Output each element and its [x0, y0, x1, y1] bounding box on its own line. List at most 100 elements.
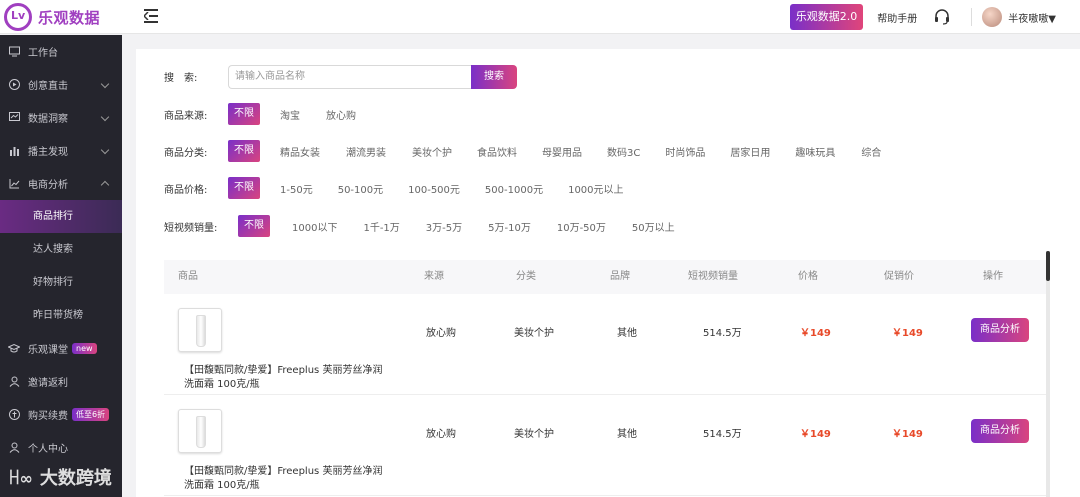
sidebar-subitem-yesterday-sales[interactable]: 昨日带货榜 [0, 299, 122, 332]
sidebar-item-creator-discovery[interactable]: 播主发现 [0, 134, 122, 167]
sidebar-item-profile[interactable]: 个人中心 [0, 431, 122, 464]
sidebar-item-workbench[interactable]: 工作台 [0, 35, 122, 68]
filter-option[interactable]: 数码3C [607, 144, 640, 159]
sidebar-item-label: 电商分析 [28, 180, 68, 191]
top-right-area: 乐观数据2.0 帮助手册 半夜嗷嗷▼ [789, 0, 1080, 34]
filter-option[interactable]: 5万-10万 [488, 219, 531, 234]
sidebar-item-renew[interactable]: 购买续费 低至6折 [0, 398, 122, 431]
search-input[interactable]: 请输入商品名称 [228, 65, 472, 89]
filter-option[interactable]: 不限 [238, 215, 270, 237]
sidebar-item-creative[interactable]: 创意直击 [0, 68, 122, 101]
source-filter: 商品来源: 不限 淘宝 放心购 [164, 103, 356, 125]
filter-option[interactable]: 淘宝 [280, 107, 300, 122]
sales-cell: 514.5万 [703, 328, 742, 339]
filter-option[interactable]: 精品女装 [280, 144, 320, 159]
sidebar-item-referral[interactable]: 邀请返利 [0, 365, 122, 398]
product-thumbnail[interactable] [178, 409, 222, 453]
filter-option[interactable]: 潮流男装 [346, 144, 386, 159]
filter-option[interactable]: 美妆个护 [412, 144, 452, 159]
product-name[interactable]: 【田馥甄同款/挚爱】Freeplus 芙丽芳丝净润洗面霜 100克/瓶 [184, 364, 384, 392]
chevron-down-icon [100, 112, 110, 122]
vertical-scrollbar[interactable] [1046, 251, 1050, 497]
filter-option[interactable]: 不限 [228, 103, 260, 125]
price-cell: ￥149 [800, 328, 831, 339]
chart-screen-icon [8, 112, 20, 124]
filter-option[interactable]: 1千-1万 [363, 219, 399, 234]
filter-option[interactable]: 50-100元 [338, 181, 383, 196]
filter-option[interactable]: 母婴用品 [542, 144, 582, 159]
column-header: 来源 [424, 271, 444, 282]
sidebar-subitem-product-ranking[interactable]: 商品排行 [0, 200, 122, 233]
price-filter: 商品价格: 不限 1-50元 50-100元 100-500元 500-1000… [164, 177, 624, 199]
search-button[interactable]: 搜索 [471, 65, 517, 89]
sidebar-item-label: 创意直击 [28, 81, 68, 92]
brand-logo[interactable]: Lv 乐观数据 [4, 3, 100, 31]
filter-option[interactable]: 趣味玩具 [795, 144, 835, 159]
logo-mark-icon: Lv [4, 3, 32, 31]
sidebar-item-ecommerce[interactable]: 电商分析 [0, 167, 122, 200]
chevron-up-icon [100, 180, 110, 190]
bar-chart-icon [8, 145, 20, 157]
filter-option[interactable]: 500-1000元 [485, 181, 543, 196]
sidebar-item-label: 购买续费 [28, 411, 68, 422]
filter-option[interactable]: 3万-5万 [426, 219, 462, 234]
filter-option[interactable]: 1-50元 [280, 181, 313, 196]
product-analysis-button[interactable]: 商品分析 [971, 318, 1029, 342]
coin-icon [8, 409, 20, 421]
watermark-text: 大数跨境 [39, 468, 112, 489]
watermark-logo: ꀿ∞ [8, 468, 33, 488]
category-cell: 美妆个护 [514, 328, 554, 339]
version-badge[interactable]: 乐观数据2.0 [789, 4, 864, 30]
logo-mark-text: Lv [11, 9, 26, 22]
filter-option[interactable]: 时尚饰品 [665, 144, 705, 159]
graduation-cap-icon [8, 343, 20, 355]
filter-option[interactable]: 1000元以上 [568, 181, 623, 196]
filter-option[interactable]: 不限 [228, 177, 260, 199]
sales-cell: 514.5万 [703, 429, 742, 440]
sidebar-item-label: 乐观课堂 [28, 345, 68, 356]
filter-label: 短视频销量: [164, 222, 218, 234]
sidebar-item-classroom[interactable]: 乐观课堂 new [0, 332, 122, 365]
table-row: 【田馥甄同款/挚爱】Freeplus 芙丽芳丝净润洗面霜 100克/瓶 放心购 … [164, 395, 1050, 496]
product-name[interactable]: 【田馥甄同款/挚爱】Freeplus 芙丽芳丝净润洗面霜 100克/瓶 [184, 465, 384, 493]
search-row: 搜 索: [164, 69, 197, 84]
headset-icon[interactable] [933, 8, 951, 26]
column-header: 价格 [798, 271, 818, 282]
column-header: 商品 [178, 271, 198, 282]
line-chart-icon [8, 178, 20, 190]
filter-option[interactable]: 不限 [228, 140, 260, 162]
sidebar-subitem-goods-ranking[interactable]: 好物排行 [0, 266, 122, 299]
filter-option[interactable]: 食品饮料 [477, 144, 517, 159]
column-header: 短视频销量 [688, 271, 738, 282]
help-manual-link[interactable]: 帮助手册 [877, 10, 917, 25]
sidebar-item-label: 邀请返利 [28, 378, 68, 389]
sidebar-item-insight[interactable]: 数据洞察 [0, 101, 122, 134]
person-icon [8, 442, 20, 454]
filter-option[interactable]: 10万-50万 [557, 219, 606, 234]
category-cell: 美妆个护 [514, 429, 554, 440]
filter-option[interactable]: 1000以下 [292, 219, 337, 234]
filter-option[interactable]: 综合 [861, 144, 881, 159]
sidebar-item-label: 个人中心 [28, 444, 68, 455]
sidebar-subitem-creator-search[interactable]: 达人搜索 [0, 233, 122, 266]
chevron-down-icon [100, 79, 110, 89]
menu-collapse-icon[interactable] [144, 8, 160, 24]
filter-option[interactable]: 50万以上 [632, 219, 675, 234]
filter-option[interactable]: 居家日用 [730, 144, 770, 159]
avatar[interactable] [982, 7, 1003, 27]
main-panel: 搜 索: 请输入商品名称 搜索 商品来源: 不限 淘宝 放心购 商品分类: 不限… [136, 49, 1080, 497]
user-menu[interactable]: 半夜嗷嗷▼ [1008, 10, 1056, 25]
column-header: 操作 [983, 271, 1003, 282]
product-thumbnail[interactable] [178, 308, 222, 352]
filter-option[interactable]: 放心购 [326, 107, 356, 122]
watermark: ꀿ∞ 大数跨境 [8, 464, 112, 490]
filter-option[interactable]: 100-500元 [408, 181, 460, 196]
column-header: 品牌 [610, 271, 630, 282]
divider [971, 8, 973, 26]
scrollbar-thumb[interactable] [1046, 251, 1050, 281]
product-analysis-button[interactable]: 商品分析 [971, 419, 1029, 443]
promo-price-cell: ￥149 [892, 429, 923, 440]
column-header: 分类 [516, 271, 536, 282]
sidebar-item-label: 数据洞察 [28, 114, 68, 125]
brand-cell: 其他 [617, 429, 637, 440]
